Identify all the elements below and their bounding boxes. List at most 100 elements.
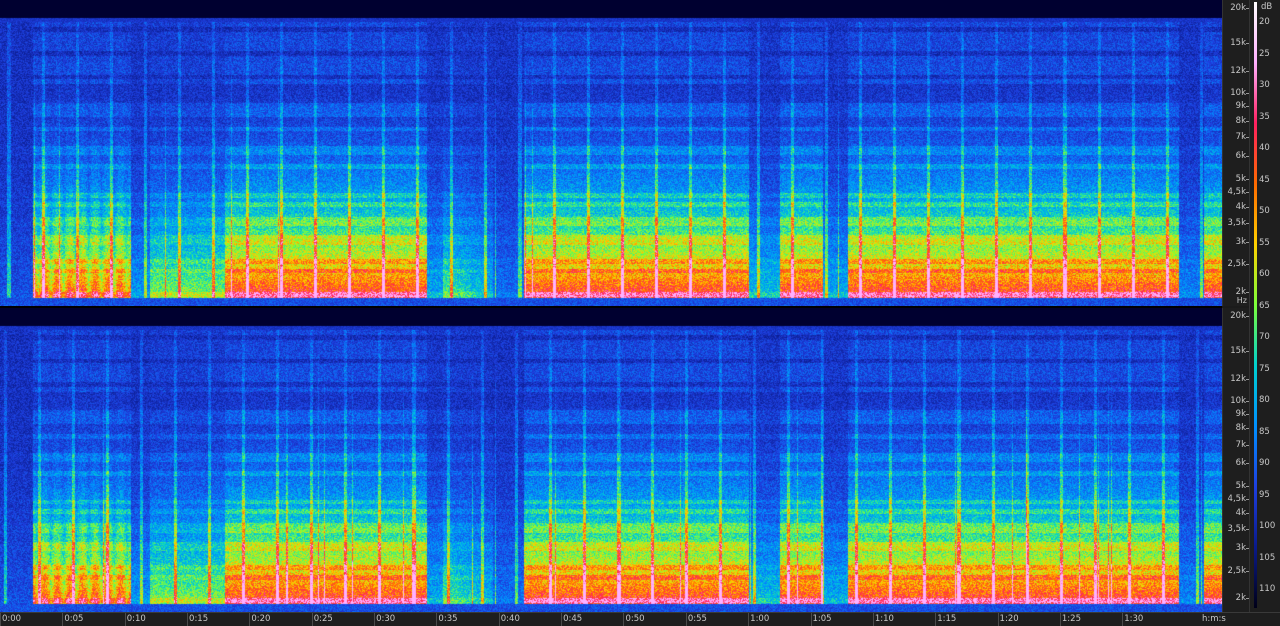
time-label: 0:55 [687,614,707,624]
time-label: 0:10 [126,614,146,624]
db-color-scale: dB 20 25 30 35 40 45 50 55 60 65 70 75 80 85 90 95 100 10… [1249,0,1280,612]
time-label: 1:30 [1124,614,1144,624]
time-label: 0:45 [563,614,583,624]
time-tick [436,613,438,626]
db-label: 45 [1259,174,1270,185]
frequency-label: 12k [1230,373,1246,384]
frequency-label: 7k [1235,132,1246,143]
time-tick [935,613,937,626]
frequency-label: 5k [1235,480,1246,491]
time-label: 1:20 [999,614,1019,624]
time-tick [498,613,500,626]
frequency-label: 7k [1235,439,1246,450]
time-tick [124,613,126,626]
time-label: 1:00 [750,614,770,624]
db-label: 110 [1259,584,1276,594]
db-label: 70 [1259,332,1270,342]
frequency-label: 8k [1235,423,1246,434]
db-label: 35 [1259,111,1270,122]
db-label: 85 [1259,426,1270,437]
frequency-axis-right: 20k 15k 12k 10k 9k 8k 7k 6k 5k 4,5k 4k 3,5k 3k 2,5k 2k [1222,308,1249,612]
time-unit-label: h:m:s [1202,614,1226,624]
frequency-label: 9k [1235,408,1246,419]
time-tick [1122,613,1124,626]
frequency-label: 10k [1230,88,1246,99]
frequency-label: 2k [1235,287,1246,297]
time-axis[interactable]: h:m:s 0:00 0:05 0:10 0:15 0:20 0:25 0:30 0:35 0:… [0,612,1280,626]
spectrogram-app: Hz 20k 15k 12k 10k 9k 8k 7k 6k 5k 4,5k 4k 3,5k 3k 2,5… [0,0,1280,626]
frequency-label: 10k [1230,395,1246,406]
db-label: 80 [1259,395,1270,405]
frequency-label: 8k [1235,116,1246,126]
time-tick [561,613,563,626]
frequency-label: 2k [1235,593,1246,603]
db-gradient-bar [1254,2,1257,608]
time-label: 1:25 [1061,614,1081,624]
db-label: 100 [1259,521,1276,531]
time-label: 0:50 [625,614,645,624]
frequency-label: 3k [1235,543,1246,554]
spectrogram-canvas-right[interactable] [0,308,1222,612]
time-tick [997,613,999,626]
db-label: 20 [1259,17,1270,27]
db-label: 25 [1259,48,1270,59]
frequency-axis-left: Hz 20k 15k 12k 10k 9k 8k 7k 6k 5k 4,5k 4k 3,5k 3k 2,5… [1222,0,1249,306]
db-label: 65 [1259,300,1270,311]
frequency-label: 5k [1235,173,1246,184]
db-label: 75 [1259,363,1270,374]
time-tick [685,613,687,626]
frequency-label: 4,5k [1227,186,1246,197]
time-tick [62,613,64,626]
frequency-label: 2,5k [1227,259,1246,270]
frequency-label: 4,5k [1227,493,1246,504]
frequency-label: 3,5k [1227,217,1246,228]
time-tick [374,613,376,626]
time-label: 0:35 [438,614,458,624]
time-tick [872,613,874,626]
db-label: 60 [1259,269,1270,279]
time-tick [311,613,313,626]
frequency-label: 6k [1235,151,1246,162]
db-label: 105 [1259,552,1276,563]
db-unit-label: dB [1261,2,1273,12]
time-tick [810,613,812,626]
frequency-label: 12k [1230,66,1246,76]
time-label: 0:15 [189,614,209,624]
frequency-label: 15k [1230,346,1246,357]
frequency-label: 4k [1235,508,1246,519]
db-label: 55 [1259,237,1270,248]
time-label: 0:20 [251,614,271,624]
time-label: 0:25 [313,614,333,624]
spectrogram-channel-right[interactable] [0,308,1222,612]
frequency-label: 2,5k [1227,565,1246,576]
db-label: 50 [1259,206,1270,216]
time-label: 1:15 [937,614,957,624]
frequency-label: 6k [1235,458,1246,469]
frequency-label: 9k [1235,101,1246,112]
spectrogram-canvas-left[interactable] [0,0,1222,306]
time-label: 1:10 [874,614,894,624]
time-label: 0:30 [376,614,396,624]
time-tick [0,613,1,626]
time-label: 0:05 [64,614,84,624]
db-label: 90 [1259,458,1270,468]
frequency-label: 3,5k [1227,524,1246,535]
time-label: 0:40 [500,614,520,624]
frequency-label: 20k [1230,311,1246,321]
frequency-label: 3k [1235,236,1246,247]
time-tick [249,613,251,626]
time-label: 0:00 [2,614,22,624]
time-tick [187,613,189,626]
frequency-label: 4k [1235,201,1246,212]
db-label: 40 [1259,143,1270,153]
spectrogram-channel-left[interactable] [0,0,1222,306]
time-label: 1:05 [812,614,832,624]
time-tick [748,613,750,626]
frequency-label: 20k [1230,3,1246,13]
frequency-label: 15k [1230,38,1246,49]
frequency-unit-label: Hz [1236,296,1247,305]
time-tick [623,613,625,626]
db-label: 30 [1259,80,1270,90]
db-label: 95 [1259,489,1270,500]
time-tick [1059,613,1061,626]
